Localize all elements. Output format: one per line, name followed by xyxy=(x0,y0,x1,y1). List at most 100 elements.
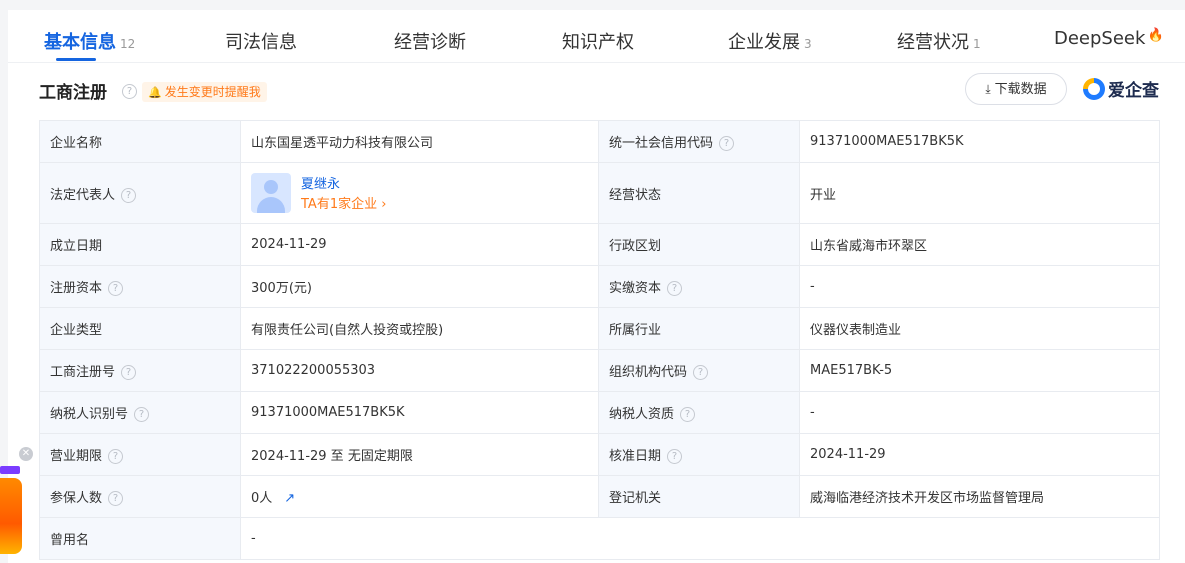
help-icon[interactable]: ? xyxy=(108,449,124,464)
help-icon[interactable]: ? xyxy=(693,365,709,380)
field-label: 纳税人识别号? xyxy=(39,391,241,434)
table-row: 成立日期 2024-11-29 行政区划 山东省威海市环翠区 xyxy=(39,223,1160,266)
legal-representative: 夏继永 TA有1家企业 › xyxy=(251,171,588,215)
field-label: 组织机构代码? xyxy=(598,349,800,392)
avatar[interactable] xyxy=(251,173,291,213)
field-value: - xyxy=(799,265,1160,308)
tab-label: 企业发展 xyxy=(728,32,800,53)
download-label: 下载数据 xyxy=(994,82,1047,97)
field-value: 仪器仪表制造业 xyxy=(799,307,1160,350)
tab-label: 基本信息 xyxy=(44,32,116,53)
chevron-right-icon: › xyxy=(381,197,387,212)
field-value: 有限责任公司(自然人投资或控股) xyxy=(240,307,599,350)
page: 基本信息 12 司法信息 经营诊断 知识产权 企业发展 3 经营状况 1 DeepSe… xyxy=(8,10,1185,563)
close-icon[interactable]: ✕ xyxy=(19,447,33,461)
field-value: 山东国星透平动力科技有限公司 xyxy=(240,120,599,163)
field-value: 2024-11-29 xyxy=(240,223,599,266)
field-value: 山东省威海市环翠区 xyxy=(799,223,1160,266)
field-label: 营业期限? xyxy=(39,433,241,476)
field-label: 法定代表人? xyxy=(39,162,241,224)
table-row: 注册资本? 300万(元) 实缴资本? - xyxy=(39,265,1160,308)
change-reminder-button[interactable]: 🔔 发生变更时提醒我 xyxy=(142,82,267,102)
help-icon[interactable]: ? xyxy=(121,365,137,380)
promo-widget[interactable] xyxy=(0,478,22,554)
help-icon[interactable]: ? xyxy=(134,407,150,422)
field-label: 所属行业 xyxy=(598,307,800,350)
table-row: 企业名称 山东国星透平动力科技有限公司 统一社会信用代码? 91371000MA… xyxy=(39,120,1160,163)
help-icon[interactable]: ? xyxy=(680,407,696,422)
legal-rep-cell: 夏继永 TA有1家企业 › xyxy=(240,162,599,224)
field-value: 91371000MAE517BK5K xyxy=(240,391,599,434)
table-row: 法定代表人? 夏继永 TA有1家企业 › 经营状态 开业 xyxy=(39,162,1160,224)
field-value: 371022200055303 xyxy=(240,349,599,392)
field-value: 0人 ↗ xyxy=(240,475,599,518)
download-icon: ⤓ xyxy=(985,82,991,96)
field-label: 企业名称 xyxy=(39,120,241,163)
tab-judicial-info[interactable]: 司法信息 xyxy=(225,28,297,58)
field-label: 成立日期 xyxy=(39,223,241,266)
tab-deepseek[interactable]: DeepSeek 🔥 xyxy=(1054,28,1164,58)
help-icon[interactable]: ? xyxy=(122,84,137,99)
field-label: 行政区划 xyxy=(598,223,800,266)
trend-chart-icon[interactable]: ↗ xyxy=(284,491,295,506)
fire-icon: 🔥 xyxy=(1147,28,1164,43)
active-tab-indicator xyxy=(56,58,96,61)
related-companies-link[interactable]: TA有1家企业 › xyxy=(301,193,386,212)
help-icon[interactable]: ? xyxy=(719,136,735,151)
field-label: 注册资本? xyxy=(39,265,241,308)
aiqicha-logo: 爱企查 xyxy=(1083,76,1159,102)
tab-intellectual-property[interactable]: 知识产权 xyxy=(562,28,634,58)
field-label: 曾用名 xyxy=(39,517,241,560)
tab-count: 12 xyxy=(120,37,136,51)
field-value: - xyxy=(240,517,1160,560)
table-row: 企业类型 有限责任公司(自然人投资或控股) 所属行业 仪器仪表制造业 xyxy=(39,307,1160,350)
tab-label: 知识产权 xyxy=(562,32,634,53)
field-value: - xyxy=(799,391,1160,434)
tab-company-development[interactable]: 企业发展 3 xyxy=(728,28,812,58)
field-value: MAE517BK-5 xyxy=(799,349,1160,392)
bell-icon: 🔔 xyxy=(148,86,162,99)
logo-mark-icon xyxy=(1083,77,1105,100)
tab-label: 经营状况 xyxy=(897,32,969,53)
field-label: 工商注册号? xyxy=(39,349,241,392)
legal-rep-name-link[interactable]: 夏继永 xyxy=(301,173,340,192)
field-label: 纳税人资质? xyxy=(598,391,800,434)
field-value: 威海临港经济技术开发区市场监督管理局 xyxy=(799,475,1160,518)
table-row: 营业期限? 2024-11-29 至 无固定期限 核准日期? 2024-11-2… xyxy=(39,433,1160,476)
field-value: 2024-11-29 xyxy=(799,433,1160,476)
reminder-label: 发生变更时提醒我 xyxy=(164,85,261,99)
field-value: 2024-11-29 至 无固定期限 xyxy=(240,433,599,476)
help-icon[interactable]: ? xyxy=(121,187,137,203)
table-row: 参保人数? 0人 ↗ 登记机关 威海临港经济技术开发区市场监督管理局 xyxy=(39,475,1160,518)
field-label: 企业类型 xyxy=(39,307,241,350)
tab-count: 1 xyxy=(973,37,981,51)
tab-label: DeepSeek xyxy=(1054,28,1146,49)
field-label: 实缴资本? xyxy=(598,265,800,308)
help-icon[interactable]: ? xyxy=(667,449,683,464)
field-value: 91371000MAE517BK5K xyxy=(799,120,1160,163)
field-label: 登记机关 xyxy=(598,475,800,518)
tab-label: 经营诊断 xyxy=(394,32,466,53)
field-value: 开业 xyxy=(799,162,1160,224)
logo-text: 爱企查 xyxy=(1108,81,1159,101)
promo-badge xyxy=(0,466,20,474)
download-data-button[interactable]: ⤓ 下载数据 xyxy=(965,73,1067,105)
field-label: 统一社会信用代码? xyxy=(598,120,800,163)
field-value: 300万(元) xyxy=(240,265,599,308)
help-icon[interactable]: ? xyxy=(108,491,124,506)
field-label: 核准日期? xyxy=(598,433,800,476)
help-icon[interactable]: ? xyxy=(667,281,683,296)
tab-business-diagnosis[interactable]: 经营诊断 xyxy=(394,28,466,58)
section-title: 工商注册 xyxy=(39,83,107,103)
field-label: 经营状态 xyxy=(598,162,800,224)
tab-bar: 基本信息 12 司法信息 经营诊断 知识产权 企业发展 3 经营状况 1 DeepSe… xyxy=(8,10,1185,63)
field-label: 参保人数? xyxy=(39,475,241,518)
tab-basic-info[interactable]: 基本信息 12 xyxy=(44,28,135,58)
tab-business-status[interactable]: 经营状况 1 xyxy=(897,28,981,58)
registration-table: 企业名称 山东国星透平动力科技有限公司 统一社会信用代码? 91371000MA… xyxy=(39,120,1160,560)
table-row: 曾用名 - xyxy=(39,517,1160,560)
tab-count: 3 xyxy=(804,37,812,51)
table-row: 纳税人识别号? 91371000MAE517BK5K 纳税人资质? - xyxy=(39,391,1160,434)
tab-label: 司法信息 xyxy=(225,32,297,53)
help-icon[interactable]: ? xyxy=(108,281,124,296)
